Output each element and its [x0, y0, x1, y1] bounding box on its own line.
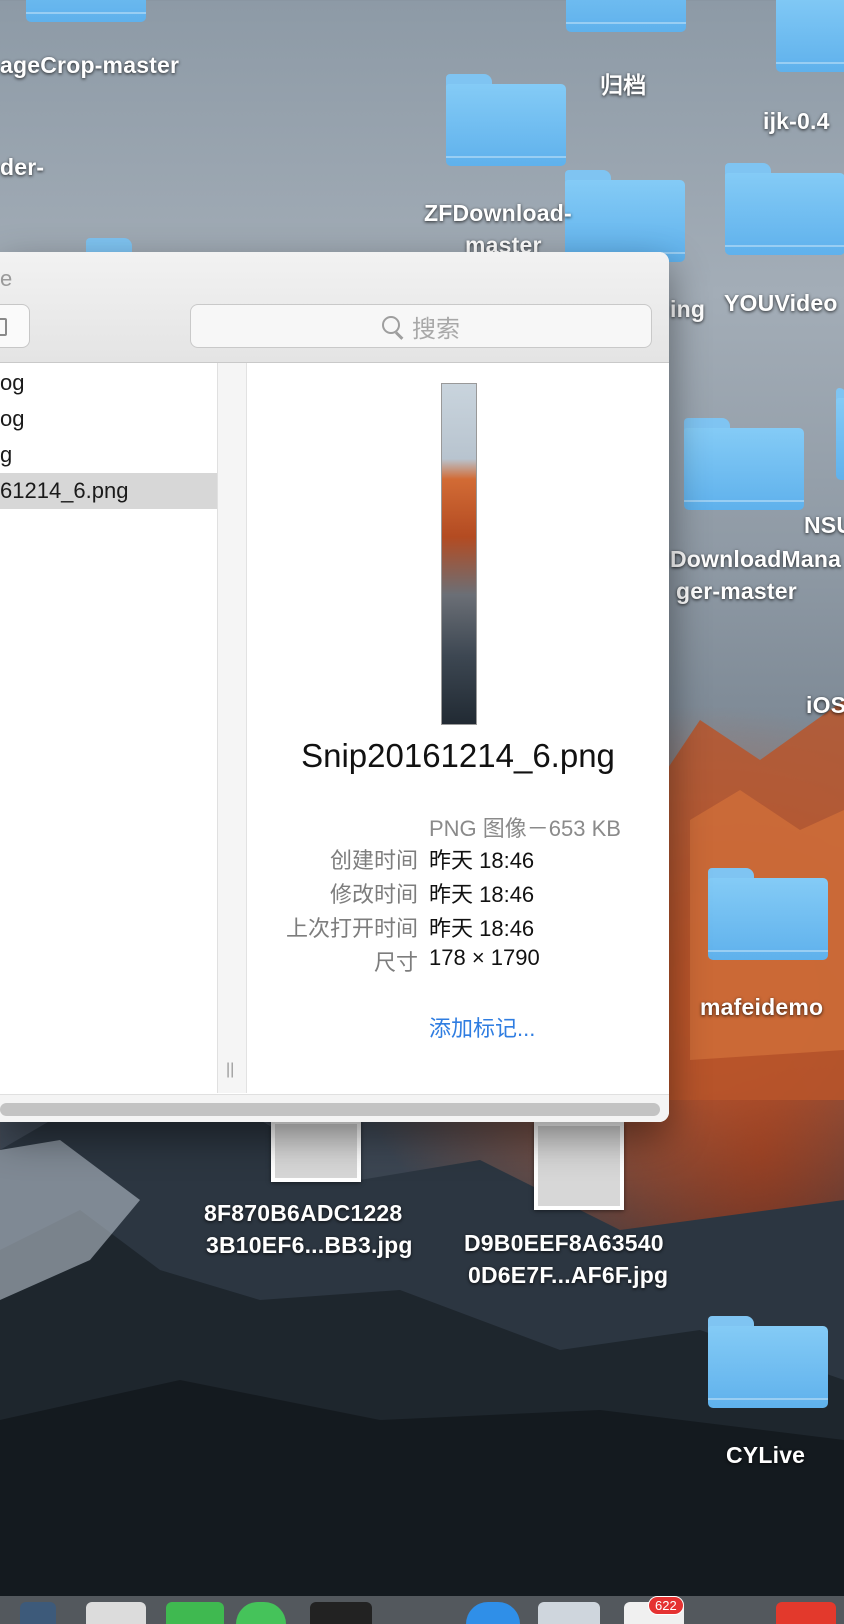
app-icon[interactable]	[166, 1602, 224, 1624]
file-preview-image	[441, 383, 477, 725]
folder-icon[interactable]	[776, 0, 844, 72]
meta-row-created: 创建时间 昨天 18:46	[247, 843, 669, 877]
add-tags-link[interactable]: 添加标记...	[429, 1011, 535, 1043]
desktop-label[interactable]: DownloadMana	[670, 546, 841, 573]
meta-key: 修改时间	[329, 882, 418, 907]
folder-icon[interactable]	[566, 0, 686, 32]
meta-row-last-opened: 上次打开时间 昨天 18:46	[247, 911, 669, 945]
messages-icon[interactable]	[236, 1602, 286, 1624]
list-item[interactable]: og	[0, 365, 217, 401]
desktop-label[interactable]: 0D6E7F...AF6F.jpg	[468, 1262, 668, 1289]
preview-file-name: Snip20161214_6.png	[301, 737, 615, 774]
meta-key: 创建时间	[329, 848, 418, 873]
folder-icon[interactable]	[708, 868, 828, 960]
desktop-label[interactable]: D9B0EEF8A63540	[464, 1230, 664, 1257]
search-placeholder: 搜索	[412, 315, 460, 343]
window-title: e	[0, 266, 13, 291]
meta-value: 178 × 1790	[429, 945, 540, 970]
dock-badge: 622	[648, 1596, 684, 1615]
desktop-label[interactable]: YOUVideo	[724, 290, 838, 317]
desktop-label[interactable]: NSU	[804, 512, 844, 539]
meta-key: 上次打开时间	[285, 916, 418, 941]
xcode-icon[interactable]	[20, 1602, 56, 1624]
folder-icon[interactable]	[565, 170, 685, 262]
list-item-label: g	[0, 442, 13, 467]
list-item-selected[interactable]: 61214_6.png	[0, 473, 217, 509]
desktop-label[interactable]: ger-master	[676, 578, 797, 605]
preview-pane: Snip20161214_6.png PNG 图像－653 KB 创建时间 昨天…	[247, 363, 669, 1093]
meta-row-dimensions: 尺寸 178 × 1790	[247, 945, 669, 979]
list-item-label: og	[0, 406, 25, 431]
meta-value: 昨天 18:46	[429, 916, 535, 941]
window-titlebar[interactable]: e 搜索	[0, 252, 669, 363]
list-item-label: 61214_6.png	[0, 478, 129, 503]
desktop-label[interactable]: CYLive	[726, 1442, 805, 1469]
desktop-label[interactable]: der-	[0, 154, 44, 181]
scrollbar-thumb[interactable]	[0, 1103, 660, 1116]
folder-icon[interactable]	[446, 74, 566, 166]
desktop-label[interactable]: ZFDownload-	[424, 200, 572, 227]
app-icon[interactable]	[776, 1602, 836, 1624]
search-field[interactable]: 搜索	[190, 304, 652, 348]
column-divider[interactable]: ||	[218, 363, 247, 1093]
finder-window: e 搜索 og og g 61214_6.png || Snip20161214…	[0, 252, 669, 1122]
view-toggle-button[interactable]	[0, 304, 30, 348]
folder-icon[interactable]	[684, 418, 804, 510]
meta-value: 昨天 18:46	[429, 848, 535, 873]
desktop-label[interactable]: 8F870B6ADC1228	[204, 1200, 402, 1227]
teapot-icon[interactable]	[86, 1602, 146, 1624]
column-resize-handle[interactable]: ||	[226, 1061, 234, 1079]
file-metadata: 创建时间 昨天 18:46 修改时间 昨天 18:46 上次打开时间 昨天 18…	[247, 843, 669, 979]
desktop-label[interactable]: mafeidemo	[700, 994, 823, 1021]
folder-icon[interactable]	[836, 388, 844, 480]
image-file-thumbnail[interactable]	[271, 1120, 361, 1182]
desktop-label[interactable]: 3B10EF6...BB3.jpg	[206, 1232, 413, 1259]
image-file-thumbnail[interactable]	[534, 1122, 624, 1210]
desktop-label[interactable]: iOS	[806, 692, 844, 719]
app-icon[interactable]	[538, 1602, 600, 1624]
list-item[interactable]: og	[0, 401, 217, 437]
search-icon	[382, 316, 404, 340]
folder-icon[interactable]	[26, 0, 146, 22]
desktop-label[interactable]: ing	[670, 296, 705, 323]
file-list-column: og og g 61214_6.png	[0, 363, 218, 1093]
desktop-label[interactable]: ijk-0.4	[763, 108, 830, 135]
list-item-label: og	[0, 370, 25, 395]
sidebar-icon	[0, 318, 7, 336]
dock	[0, 1596, 844, 1624]
safari-icon[interactable]	[466, 1602, 520, 1624]
list-item[interactable]: g	[0, 437, 217, 473]
horizontal-scrollbar[interactable]	[0, 1094, 669, 1122]
meta-row-modified: 修改时间 昨天 18:46	[247, 877, 669, 911]
folder-icon[interactable]	[725, 163, 844, 255]
folder-icon[interactable]	[708, 1316, 828, 1408]
meta-key: 尺寸	[373, 950, 418, 975]
terminal-icon[interactable]	[310, 1602, 372, 1624]
file-kind-size: PNG 图像－653 KB	[429, 816, 621, 841]
meta-value: 昨天 18:46	[429, 882, 535, 907]
desktop-label[interactable]: 归档	[600, 66, 646, 100]
desktop-label[interactable]: ageCrop-master	[0, 52, 179, 79]
